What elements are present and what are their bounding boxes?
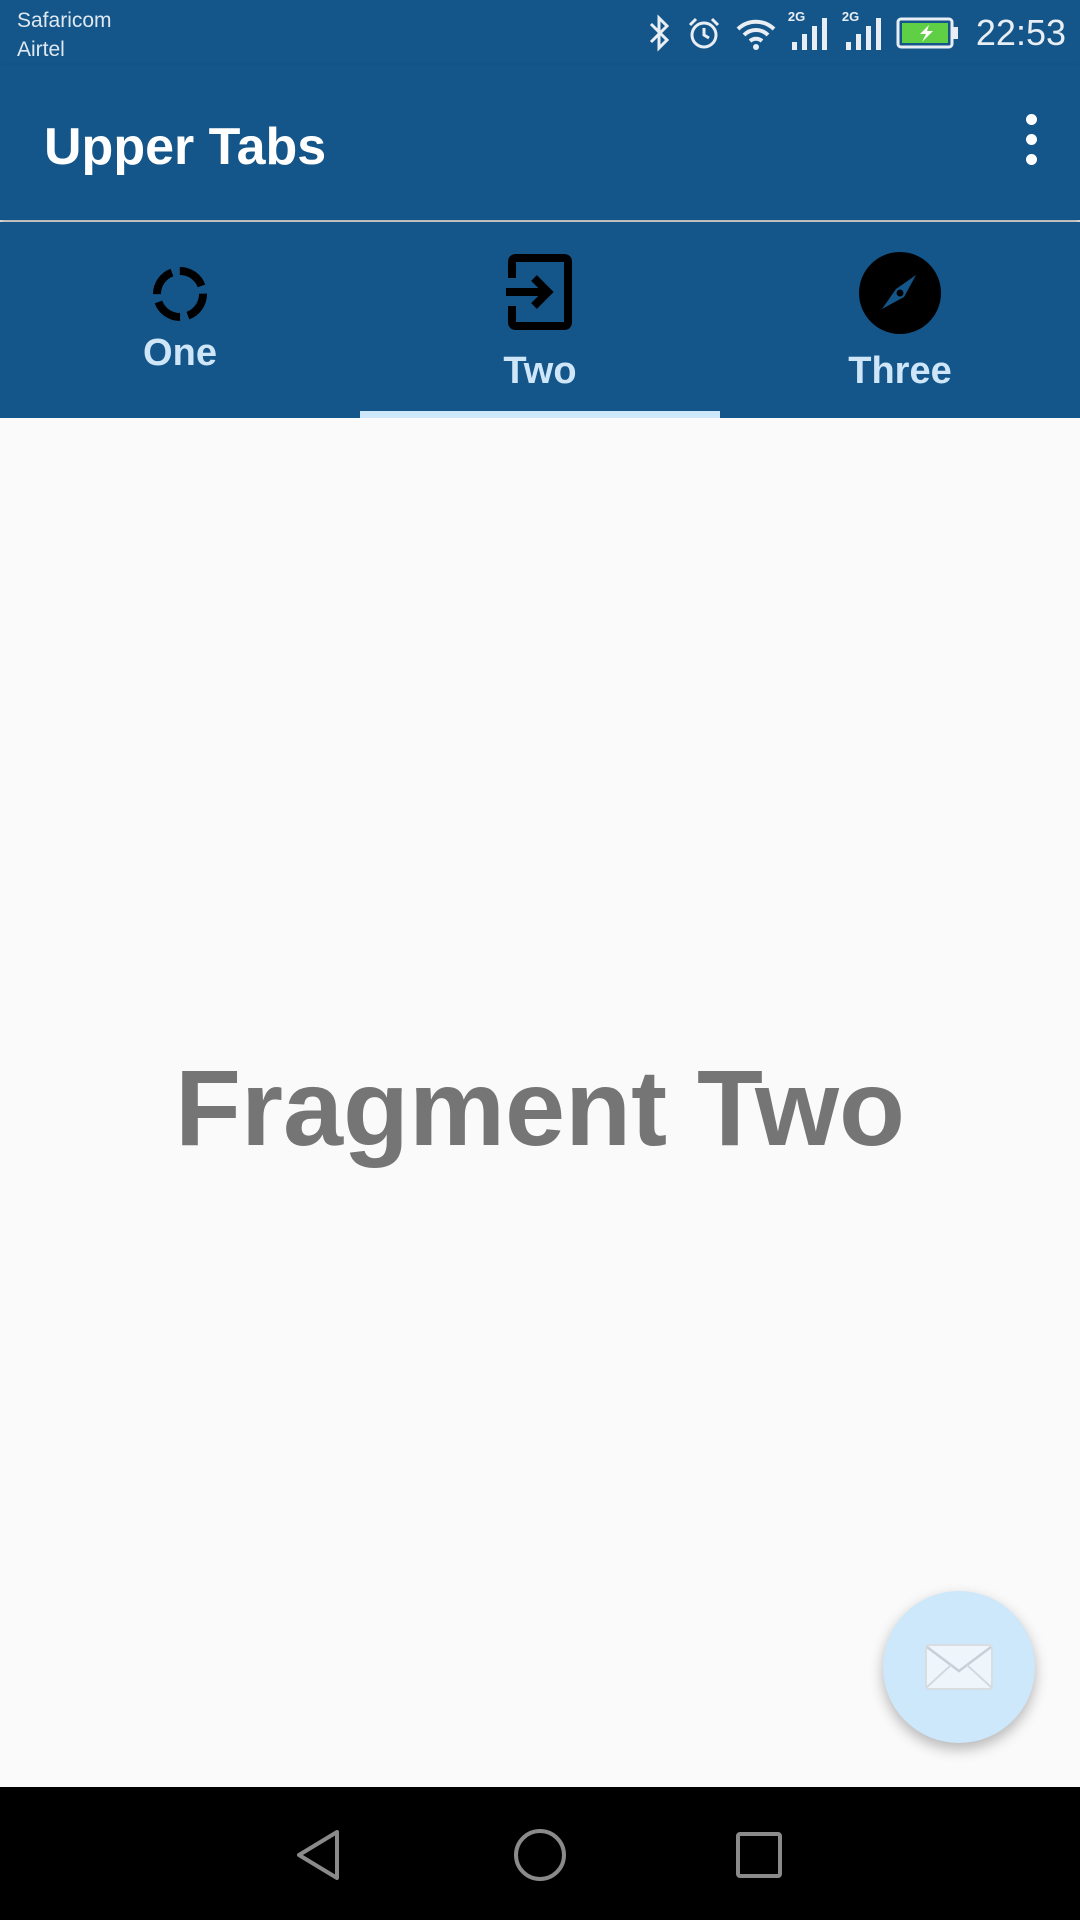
compose-mail-button[interactable]: [883, 1591, 1035, 1743]
more-vert-icon[interactable]: [1006, 113, 1056, 165]
home-icon: [514, 1829, 566, 1881]
tab-label: One: [143, 332, 217, 374]
home-button[interactable]: [508, 1823, 572, 1887]
recents-button[interactable]: [727, 1823, 791, 1887]
compass-icon: [859, 252, 941, 334]
menu-dot: [1025, 153, 1037, 165]
app-bar: Upper Tabs: [0, 65, 1080, 220]
bluetooth-icon: [649, 13, 670, 52]
system-nav-bar: [0, 1787, 1080, 1920]
tab-bar: One Two Three: [0, 222, 1080, 418]
tab-label: Three: [848, 350, 952, 392]
wifi-icon: [736, 19, 776, 50]
mail-icon: [925, 1644, 993, 1690]
fragment-title: Fragment Two: [174, 1047, 905, 1168]
clock: 22:53: [975, 11, 1066, 53]
back-button[interactable]: [286, 1823, 350, 1887]
selected-tab-indicator: [360, 411, 720, 418]
tab-label: Two: [503, 350, 577, 392]
battery-charging-icon: [896, 17, 958, 48]
page-title: Upper Tabs: [44, 118, 327, 176]
menu-dot: [1025, 133, 1037, 145]
carrier-names: Safaricom Airtel: [17, 6, 112, 64]
loading-ring-icon: [153, 267, 207, 321]
status-bar: Safaricom Airtel 2G 2G 22:53: [0, 0, 1080, 65]
status-icons: 2G 2G 22:53: [644, 0, 1066, 65]
signal-1: 2G: [788, 9, 832, 56]
signal-icon: [791, 17, 827, 50]
menu-dot: [1025, 113, 1037, 125]
exit-to-app-icon: [506, 254, 572, 330]
back-icon: [297, 1830, 339, 1880]
carrier-2: Airtel: [17, 38, 65, 61]
carrier-1: Safaricom: [17, 9, 112, 32]
tab-two[interactable]: Two: [360, 222, 720, 418]
signal-2: 2G: [842, 9, 886, 56]
recents-icon: [736, 1832, 782, 1878]
tab-three[interactable]: Three: [720, 222, 1080, 418]
signal-icon: [845, 17, 881, 50]
tab-one[interactable]: One: [0, 222, 360, 418]
alarm-icon: [688, 17, 719, 48]
